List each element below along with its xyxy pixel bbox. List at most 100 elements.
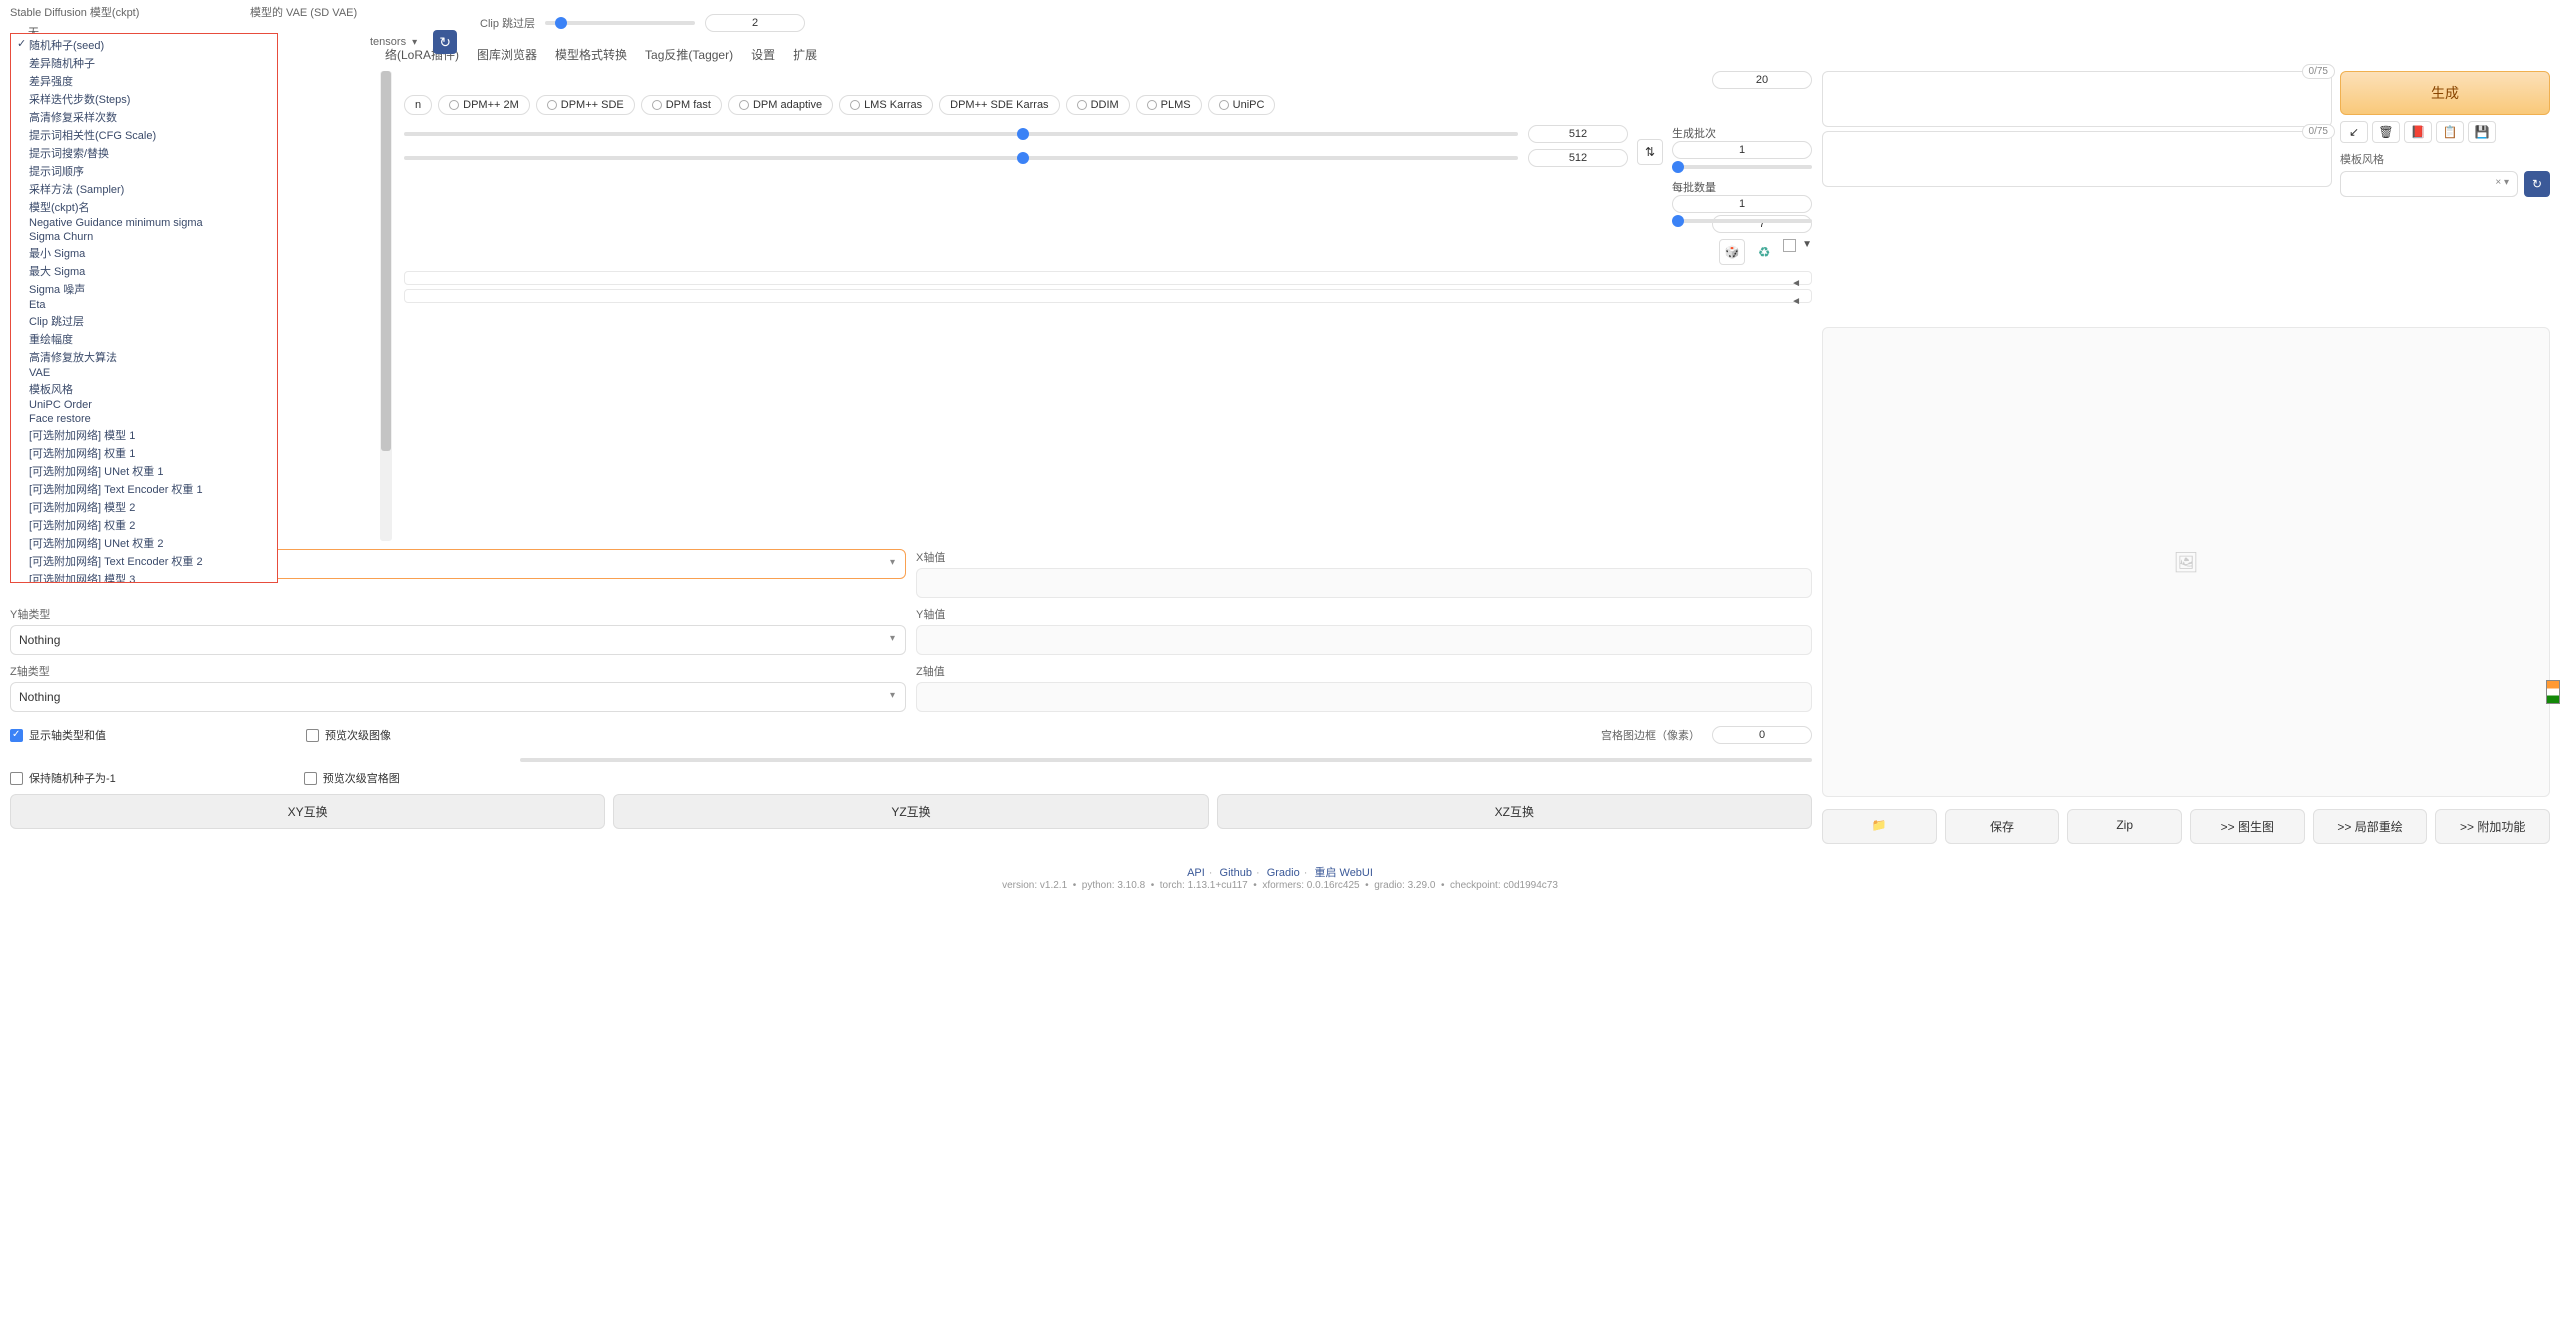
save-icon[interactable]: 💾 xyxy=(2468,121,2496,143)
dropdown-item[interactable]: [可选附加网络] 权重 1 xyxy=(11,444,277,462)
height-slider[interactable] xyxy=(404,156,1518,160)
send-img2img-button[interactable]: >> 图生图 xyxy=(2190,809,2305,844)
dropdown-item[interactable]: Eta xyxy=(11,298,277,312)
sampler-option[interactable]: LMS Karras xyxy=(839,95,933,115)
dropdown-item[interactable]: 模型(ckpt)名 xyxy=(11,198,277,216)
recycle-button[interactable]: ♻ xyxy=(1751,239,1777,265)
sampler-option[interactable]: DPM fast xyxy=(641,95,722,115)
tab-gallery[interactable]: 图库浏览器 xyxy=(477,46,537,63)
sampler-option[interactable]: DPM++ SDE xyxy=(536,95,635,115)
send-inpaint-button[interactable]: >> 局部重绘 xyxy=(2313,809,2428,844)
tab-extensions[interactable]: 扩展 xyxy=(793,46,817,63)
chevron-down-icon[interactable]: ▼ xyxy=(1802,239,1812,265)
dropdown-item[interactable]: [可选附加网络] 模型 1 xyxy=(11,426,277,444)
dropdown-item[interactable]: 最小 Sigma xyxy=(11,244,277,262)
x-axis-value-input[interactable] xyxy=(916,568,1812,598)
dropdown-item[interactable]: 提示词相关性(CFG Scale) xyxy=(11,126,277,144)
z-axis-type-select[interactable]: Nothing xyxy=(10,682,906,712)
dropdown-item[interactable]: [可选附加网络] 权重 2 xyxy=(11,516,277,534)
swap-yz-button[interactable]: YZ互换 xyxy=(613,794,1208,829)
dropdown-item[interactable]: 差异强度 xyxy=(11,72,277,90)
dropdown-item[interactable]: [可选附加网络] UNet 权重 1 xyxy=(11,462,277,480)
dropdown-item[interactable]: 提示词搜索/替换 xyxy=(11,144,277,162)
clip-skip-slider[interactable] xyxy=(545,21,695,25)
dropdown-item[interactable]: UniPC Order xyxy=(11,398,277,412)
steps-value[interactable]: 20 xyxy=(1712,71,1812,89)
swap-xz-button[interactable]: XZ互换 xyxy=(1217,794,1812,829)
collapse-panel[interactable] xyxy=(404,271,1812,285)
dropdown-item[interactable]: Sigma Churn xyxy=(11,230,277,244)
dropdown-item[interactable]: Clip 跳过层 xyxy=(11,312,277,330)
dropdown-item[interactable]: 提示词顺序 xyxy=(11,162,277,180)
dice-button[interactable]: 🎲 xyxy=(1719,239,1745,265)
sampler-option[interactable]: DPM++ 2M xyxy=(438,95,530,115)
width-slider[interactable] xyxy=(404,132,1518,136)
extra-checkbox[interactable] xyxy=(1783,239,1796,252)
tab-settings[interactable]: 设置 xyxy=(751,46,775,63)
clipboard-icon[interactable]: 📋 xyxy=(2436,121,2464,143)
show-axis-checkbox[interactable] xyxy=(10,729,23,742)
dropdown-item[interactable]: [可选附加网络] Text Encoder 权重 1 xyxy=(11,480,277,498)
footer-link-gradio[interactable]: Gradio xyxy=(1267,867,1300,879)
dropdown-item[interactable]: [可选附加网络] Text Encoder 权重 2 xyxy=(11,552,277,570)
z-axis-value-input[interactable] xyxy=(916,682,1812,712)
batch-size-slider[interactable] xyxy=(1672,219,1812,223)
grid-margin-value[interactable]: 0 xyxy=(1712,726,1812,744)
dropdown-item[interactable]: 采样迭代步数(Steps) xyxy=(11,90,277,108)
sampler-option[interactable]: DPM++ SDE Karras xyxy=(939,95,1059,115)
chevron-down-icon[interactable]: ▾ xyxy=(412,37,417,48)
footer-link-github[interactable]: Github xyxy=(1220,867,1252,879)
swap-xy-button[interactable]: XY互换 xyxy=(10,794,605,829)
negative-prompt-textarea[interactable]: 0/75 xyxy=(1822,131,2332,187)
open-folder-button[interactable]: 📁 xyxy=(1822,809,1937,844)
send-extras-button[interactable]: >> 附加功能 xyxy=(2435,809,2550,844)
arrow-icon[interactable]: ↙ xyxy=(2340,121,2368,143)
dropdown-item[interactable]: [可选附加网络] UNet 权重 2 xyxy=(11,534,277,552)
grid-margin-slider[interactable] xyxy=(520,758,1812,762)
dropdown-item[interactable]: Face restore xyxy=(11,412,277,426)
footer-link-restart[interactable]: 重启 WebUI xyxy=(1314,867,1372,879)
dropdown-item[interactable]: 高清修复放大算法 xyxy=(11,348,277,366)
scrollbar[interactable] xyxy=(380,71,392,541)
vae-refresh-button[interactable]: ↻ xyxy=(433,30,457,54)
prompt-textarea[interactable]: 0/75 xyxy=(1822,71,2332,127)
dropdown-item[interactable]: 最大 Sigma xyxy=(11,262,277,280)
x-axis-dropdown[interactable]: 随机种子(seed) 差异随机种子 差异强度 采样迭代步数(Steps) 高清修… xyxy=(10,33,278,583)
y-axis-type-select[interactable]: Nothing xyxy=(10,625,906,655)
dropdown-item[interactable]: 高清修复采样次数 xyxy=(11,108,277,126)
dropdown-item[interactable]: Negative Guidance minimum sigma xyxy=(11,216,277,230)
sampler-option[interactable]: DDIM xyxy=(1066,95,1130,115)
preview-grid-checkbox[interactable] xyxy=(304,772,317,785)
clip-skip-value[interactable]: 2 xyxy=(705,14,805,32)
sampler-option[interactable]: UniPC xyxy=(1208,95,1276,115)
tab-convert[interactable]: 模型格式转换 xyxy=(555,46,627,63)
dropdown-item[interactable]: 模板风格 xyxy=(11,380,277,398)
dropdown-item[interactable]: [可选附加网络] 模型 2 xyxy=(11,498,277,516)
styles-refresh-button[interactable]: ↻ xyxy=(2524,171,2550,197)
keep-seed-checkbox[interactable] xyxy=(10,772,23,785)
save-button[interactable]: 保存 xyxy=(1945,809,2060,844)
trash-icon[interactable]: 🗑 xyxy=(2372,121,2400,143)
cfg-value[interactable]: 7 xyxy=(1712,215,1812,233)
swap-wh-button[interactable]: ⇅ xyxy=(1637,139,1663,165)
dropdown-item[interactable]: 差异随机种子 xyxy=(11,54,277,72)
styles-select[interactable] xyxy=(2340,171,2518,197)
dropdown-item[interactable]: [可选附加网络] 模型 3 xyxy=(11,570,277,583)
dropdown-item[interactable]: VAE xyxy=(11,366,277,380)
batch-size-value[interactable]: 1 xyxy=(1672,195,1812,213)
tab-tagger[interactable]: Tag反推(Tagger) xyxy=(645,46,733,63)
dropdown-item[interactable]: Sigma 噪声 xyxy=(11,280,277,298)
dropdown-item[interactable]: 随机种子(seed) xyxy=(11,36,277,54)
generate-button[interactable]: 生成 xyxy=(2340,71,2550,115)
sampler-option[interactable]: PLMS xyxy=(1136,95,1202,115)
footer-link-api[interactable]: API xyxy=(1187,867,1205,879)
height-value[interactable]: 512 xyxy=(1528,149,1628,167)
batch-count-value[interactable]: 1 xyxy=(1672,141,1812,159)
batch-count-slider[interactable] xyxy=(1672,165,1812,169)
collapse-panel[interactable] xyxy=(404,289,1812,303)
sampler-option[interactable]: DPM adaptive xyxy=(728,95,833,115)
width-value[interactable]: 512 xyxy=(1528,125,1628,143)
dropdown-item[interactable]: 重绘幅度 xyxy=(11,330,277,348)
dropdown-item[interactable]: 采样方法 (Sampler) xyxy=(11,180,277,198)
sampler-option[interactable]: n xyxy=(404,95,432,115)
